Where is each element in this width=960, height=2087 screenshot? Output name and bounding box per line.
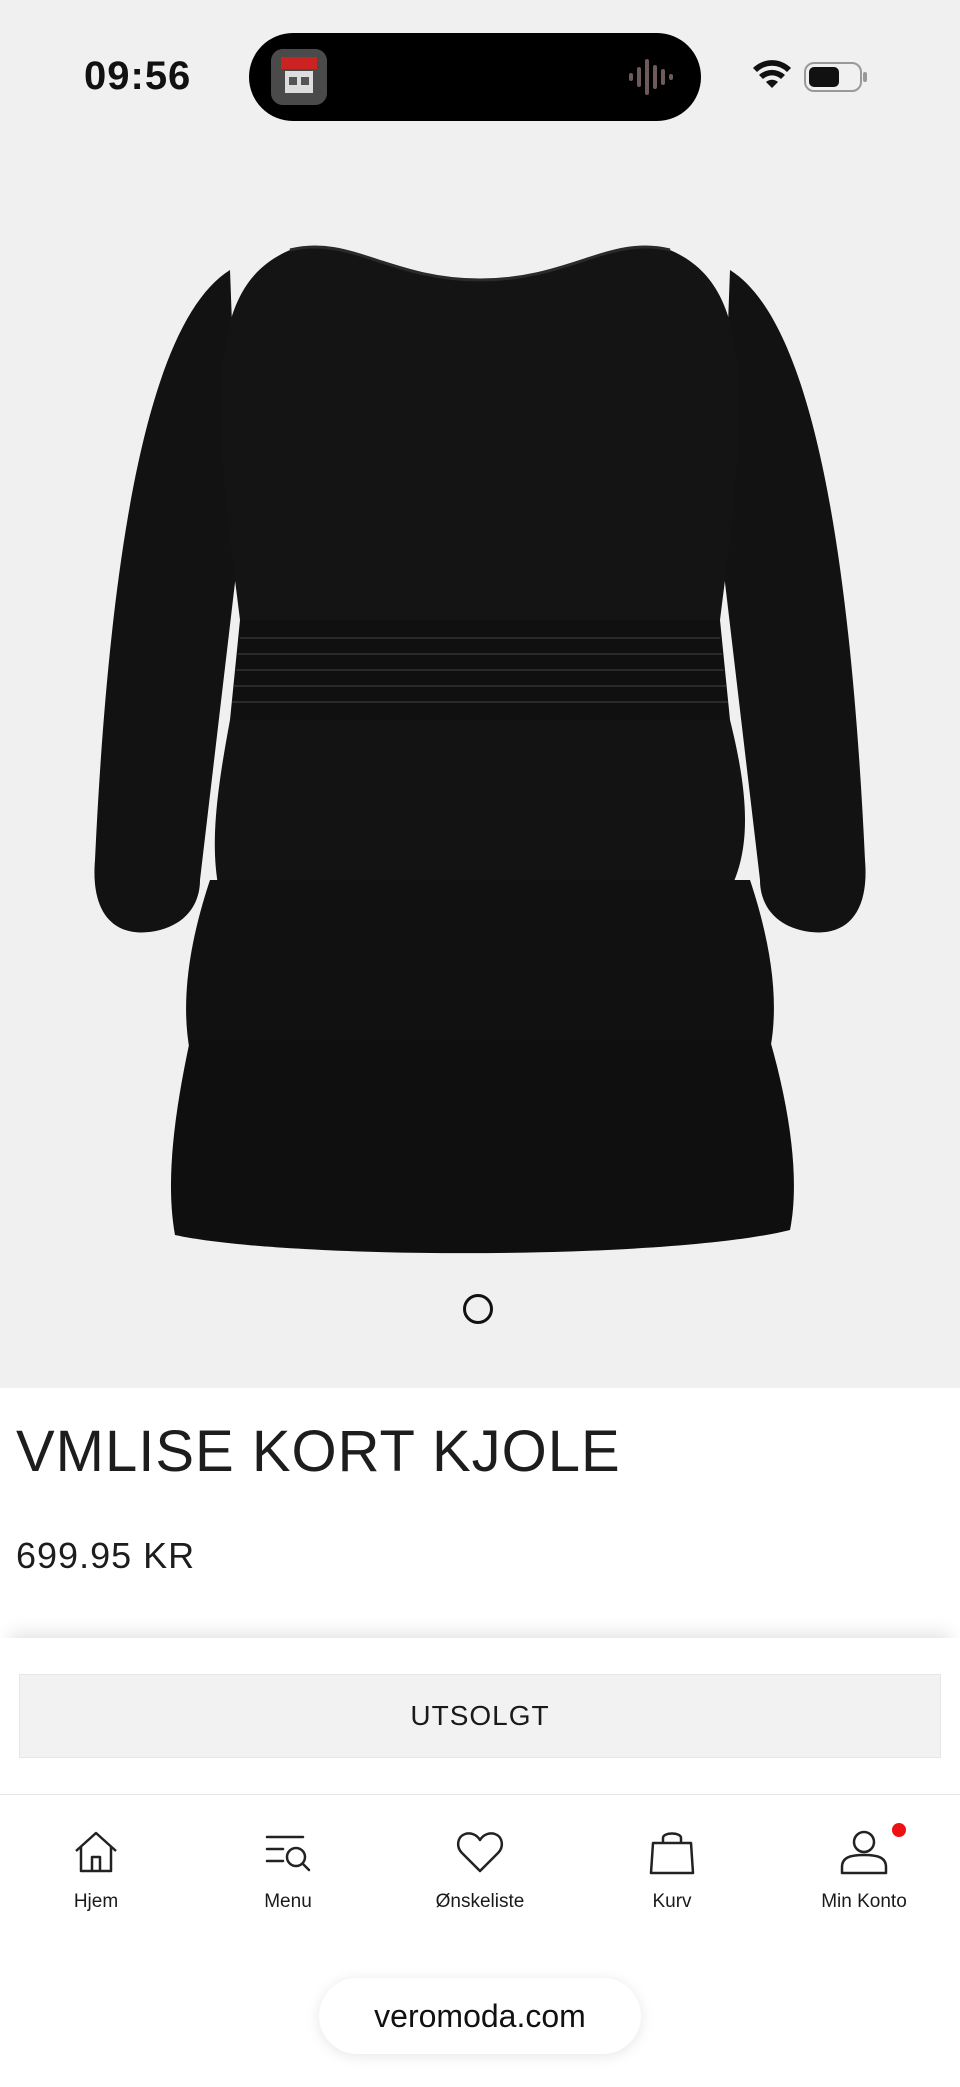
menu-search-icon — [265, 1835, 311, 1872]
nav-item-home[interactable]: Hjem — [0, 1795, 192, 1945]
dress-image — [94, 245, 866, 1254]
media-thumbnail-icon — [271, 49, 327, 105]
heart-icon — [456, 1832, 504, 1873]
nav-label: Ønskeliste — [435, 1891, 525, 1912]
carousel-dot[interactable] — [463, 1294, 493, 1324]
product-price: 699.95 KR — [16, 1535, 196, 1576]
nav-label: Hjem — [73, 1891, 119, 1912]
product-info: VMLISE KORT KJOLE 699.95 KR — [0, 1388, 960, 1638]
bottom-navigation: Hjem Menu Ønskeliste Kurv Min Konto — [0, 1794, 960, 1945]
nav-label: Menu — [264, 1891, 312, 1912]
status-time: 09:56 — [84, 54, 192, 98]
nav-item-menu[interactable]: Menu — [192, 1795, 384, 1945]
purchase-bar: UTSOLGT — [0, 1638, 960, 1794]
battery-icon — [804, 62, 867, 92]
home-icon — [75, 1831, 117, 1873]
browser-bar: veromoda.com — [0, 1944, 960, 2087]
wifi-icon — [753, 60, 791, 88]
nav-item-wishlist[interactable]: Ønskeliste — [384, 1795, 576, 1945]
status-bar: 09:56 — [0, 0, 960, 140]
user-icon — [840, 1830, 888, 1875]
product-image-area[interactable] — [0, 0, 960, 1388]
product-title: VMLISE KORT KJOLE — [16, 1419, 621, 1484]
nav-item-account[interactable]: Min Konto — [768, 1795, 960, 1945]
bag-icon — [649, 1832, 695, 1875]
notification-badge — [892, 1823, 906, 1837]
nav-label: Kurv — [652, 1891, 692, 1912]
nav-label: Min Konto — [821, 1891, 907, 1912]
url-bar[interactable]: veromoda.com — [319, 1978, 641, 2054]
audio-wave-icon — [629, 59, 673, 95]
nav-item-cart[interactable]: Kurv — [576, 1795, 768, 1945]
dynamic-island — [249, 33, 701, 121]
sold-out-button[interactable]: UTSOLGT — [19, 1674, 941, 1758]
